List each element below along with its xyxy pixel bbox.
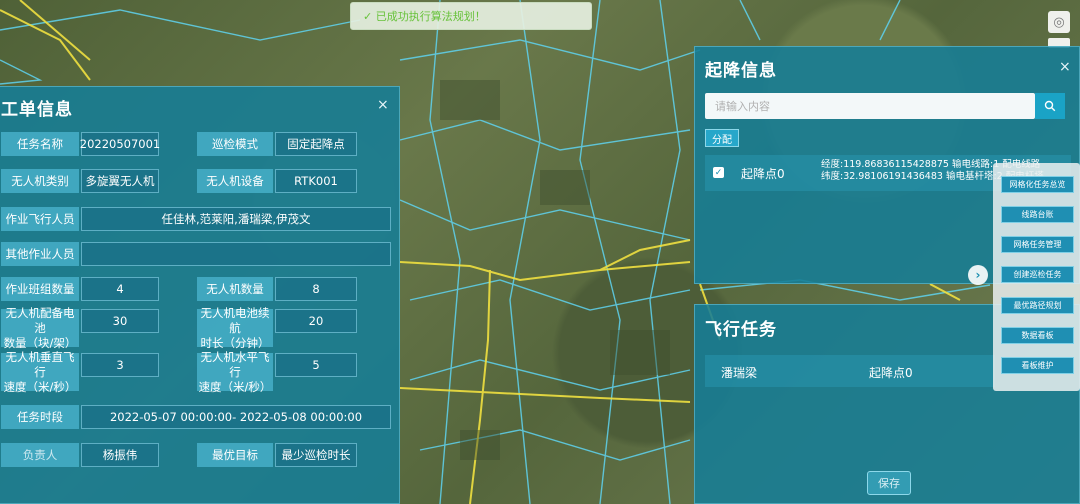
search-input[interactable] [705,93,1035,119]
patrol-mode-value: 固定起降点 [275,132,357,156]
checkbox[interactable]: ✓ [713,167,724,178]
task-point: 起降点0 [869,366,913,380]
battery-life-label: 无人机电池续航 时长（分钟） [197,306,273,350]
work-order-title: 工单信息 [1,100,73,120]
uav-type-value: 多旋翼无人机 [81,169,159,193]
objective-value: 最少巡检时长 [275,443,357,467]
toast-message: ✓ 已成功执行算法规划！ [363,10,486,23]
flight-task-row[interactable]: 潘瑞梁 起降点0 [705,355,995,387]
flight-task-title: 飞行任务 [705,320,777,340]
success-toast: ✓ 已成功执行算法规划！ [350,2,592,30]
vertical-speed-label: 无人机垂直飞行 速度（米/秒） [1,350,79,394]
uav-count-label: 无人机数量 [197,277,273,301]
work-order-panel: 工单信息 × 任务名称 20220507001 巡检模式 固定起降点 无人机类别… [0,86,400,504]
team-count-label: 作业班组数量 [1,277,79,301]
search-icon [1044,100,1056,112]
save-button[interactable]: 保存 [867,471,911,495]
battery-count-label: 无人机配备电池 数量（块/架） [1,306,79,350]
owner-value: 杨振伟 [81,443,159,467]
assign-button[interactable]: 分配 [705,129,739,147]
menu-board-maintain[interactable]: 看板维护 [1001,357,1074,374]
task-name-value: 20220507001 [80,132,160,156]
takeoff-point-name: 起降点0 [741,167,785,181]
close-icon[interactable]: × [1059,59,1071,75]
menu-create-task[interactable]: 创建巡检任务 [1001,266,1074,283]
menu-grid-task-manage[interactable]: 网格任务管理 [1001,236,1074,253]
close-icon[interactable]: × [377,97,389,113]
flight-crew-value: 任佳林,范莱阳,潘瑞梁,伊茂文 [81,207,391,231]
task-name-label: 任务名称 [1,132,79,156]
uav-device-value: RTK001 [275,169,357,193]
search-button[interactable] [1035,93,1065,119]
task-period-label: 任务时段 [1,405,79,429]
chevron-right-icon[interactable]: › [968,265,988,285]
vertical-speed-value: 3 [81,353,159,377]
horizontal-speed-label: 无人机水平飞行 速度（米/秒） [197,349,273,394]
side-menu: 网格化任务总览 线路台账 网格任务管理 创建巡检任务 最优路径规划 数据看板 看… [993,163,1080,391]
uav-count-value: 8 [275,277,357,301]
menu-line-ledger[interactable]: 线路台账 [1001,206,1074,223]
takeoff-title: 起降信息 [705,61,777,81]
uav-device-label: 无人机设备 [197,169,273,193]
owner-label: 负责人 [1,443,79,467]
menu-grid-overview[interactable]: 网格化任务总览 [1001,176,1074,193]
task-person: 潘瑞梁 [721,366,758,380]
task-period-value: 2022-05-07 00:00:00- 2022-05-08 00:00:00 [81,405,391,429]
patrol-mode-label: 巡检模式 [197,132,273,156]
objective-label: 最优目标 [197,443,273,467]
other-crew-value [81,242,391,266]
team-count-value: 4 [81,277,159,301]
menu-data-board[interactable]: 数据看板 [1001,327,1074,344]
other-crew-label: 其他作业人员 [1,242,79,266]
battery-count-value: 30 [81,309,159,333]
battery-life-value: 20 [275,309,357,333]
flight-crew-label: 作业飞行人员 [1,207,79,231]
uav-type-label: 无人机类别 [1,169,79,193]
horizontal-speed-value: 5 [275,353,357,377]
compass-icon[interactable]: ◎ [1048,11,1070,33]
menu-route-planning[interactable]: 最优路径规划 [1001,297,1074,314]
